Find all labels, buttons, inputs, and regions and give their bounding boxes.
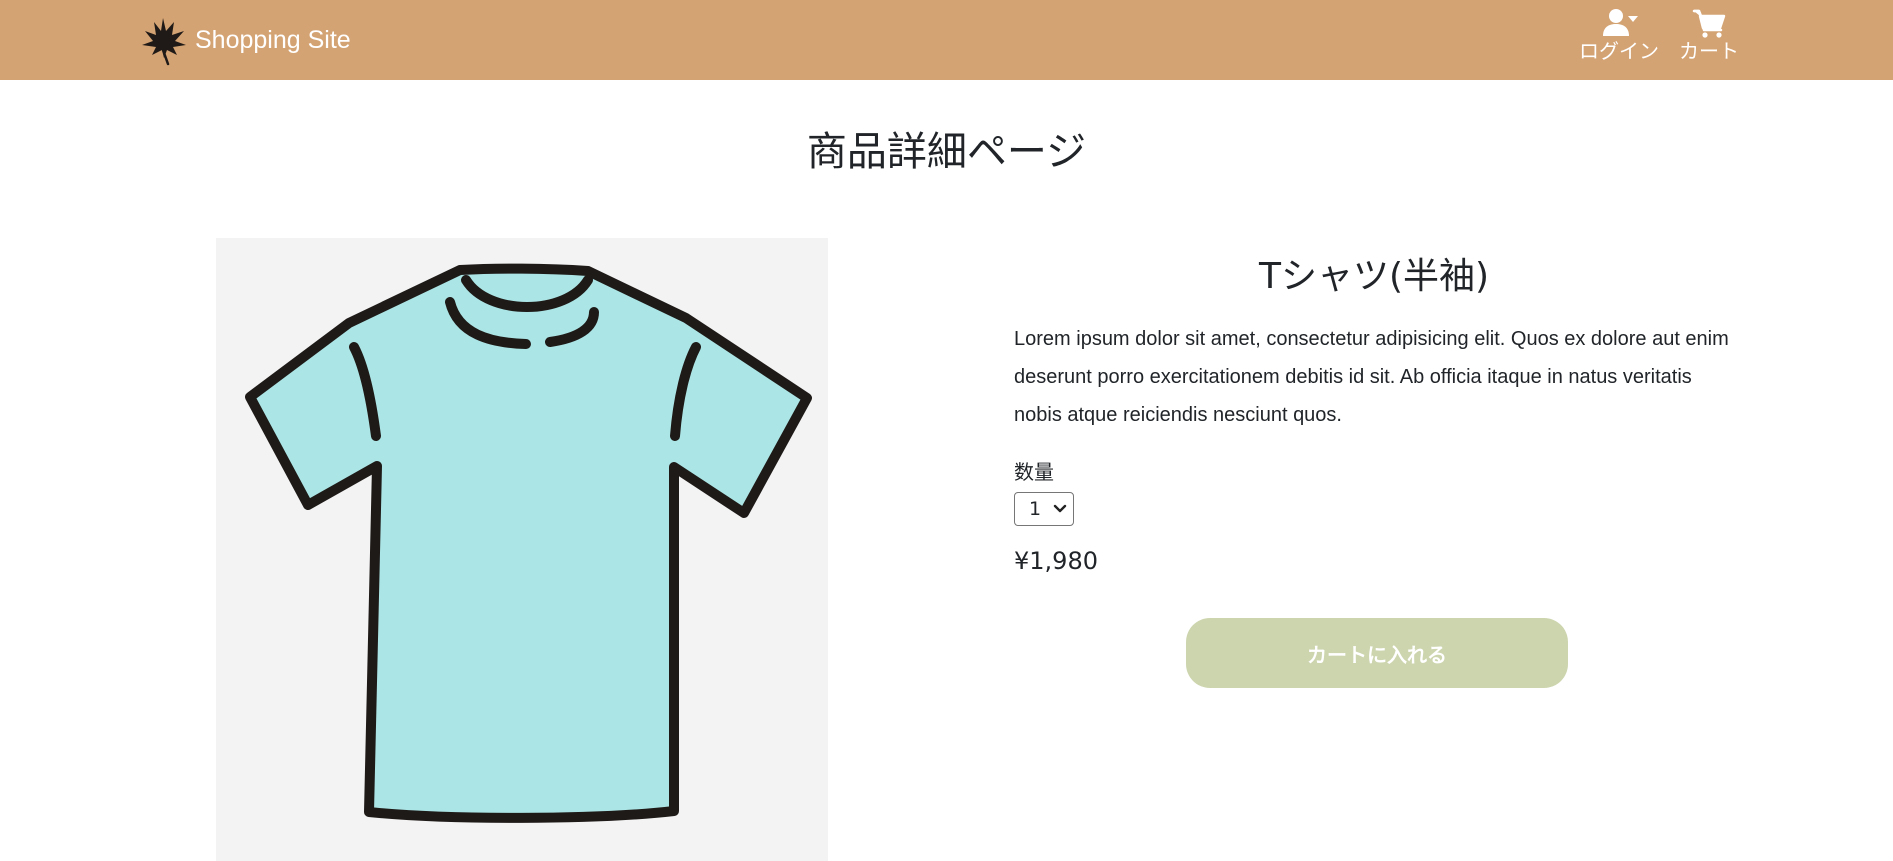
chevron-down-icon xyxy=(1053,504,1067,513)
shopping-cart-icon xyxy=(1692,9,1726,38)
quantity-label: 数量 xyxy=(1014,460,1054,484)
quantity-select[interactable]: 1 xyxy=(1014,492,1074,526)
site-header: Shopping Site ログイン カート xyxy=(0,0,1893,80)
t-shirt-image xyxy=(245,263,812,823)
cart-nav-item[interactable]: カート xyxy=(1676,8,1742,68)
product-description: Lorem ipsum dolor sit amet, consectetur … xyxy=(1014,328,1729,426)
product-image xyxy=(216,238,828,861)
page-title: 商品詳細ページ xyxy=(806,129,1087,175)
leaf-icon xyxy=(142,18,186,66)
login-label: ログイン xyxy=(1579,39,1659,63)
add-to-cart-button[interactable]: カートに入れる xyxy=(1186,618,1568,688)
login-nav-item[interactable]: ログイン xyxy=(1576,8,1662,68)
product-name: Tシャツ(半袖) xyxy=(1258,256,1490,297)
quantity-value: 1 xyxy=(1029,498,1042,520)
user-dropdown-icon xyxy=(1603,9,1638,36)
brand-name: Shopping Site xyxy=(195,25,351,54)
cart-label: カート xyxy=(1679,39,1739,63)
brand-link[interactable]: Shopping Site xyxy=(137,12,351,68)
product-price: ¥1,980 xyxy=(1014,547,1098,575)
